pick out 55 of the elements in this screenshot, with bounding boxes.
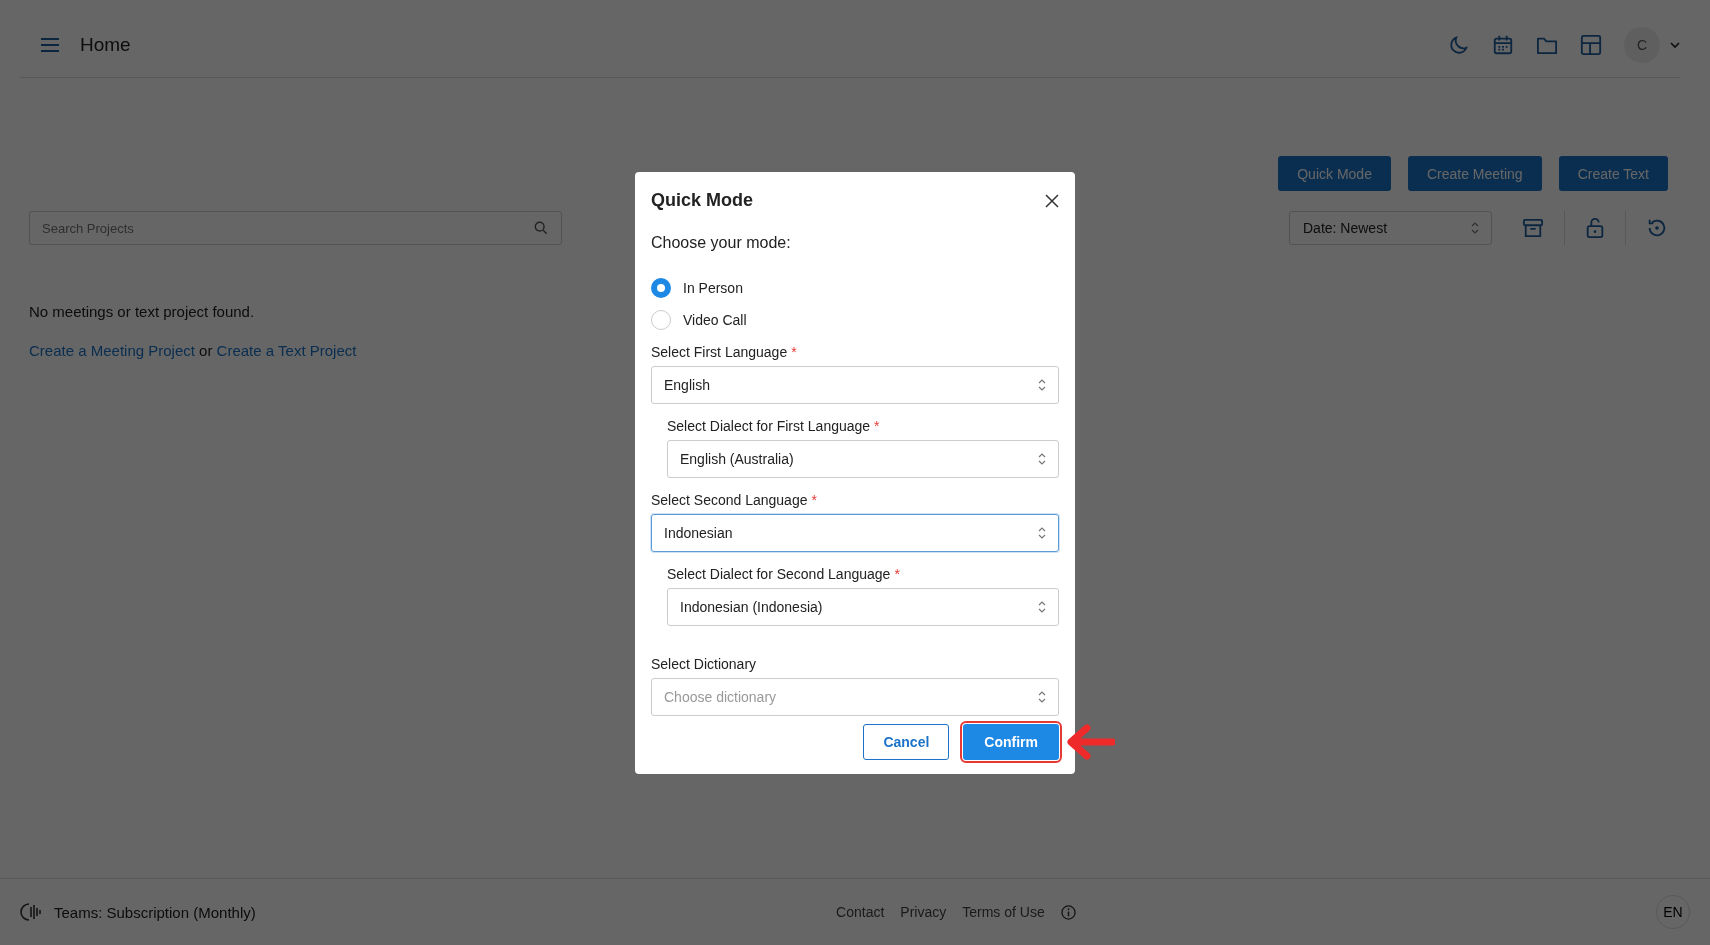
create-project-text: Create a Meeting Project or Create a Text Project: [29, 342, 357, 359]
create-meeting-link[interactable]: Create a Meeting Project: [29, 342, 195, 359]
up-down-chevron-icon: [1038, 527, 1046, 539]
up-down-chevron-icon: [1038, 453, 1046, 465]
radio-label[interactable]: Video Call: [683, 312, 747, 328]
empty-message: No meetings or text project found.: [29, 303, 255, 320]
up-down-chevron-icon: [1038, 379, 1046, 391]
sort-select[interactable]: Date: Newest: [1289, 211, 1492, 245]
select-field[interactable]: English: [651, 366, 1059, 404]
required-mark: *: [894, 566, 900, 582]
required-mark: *: [874, 418, 880, 434]
pointer-arrow-icon: [1065, 724, 1116, 760]
footer-link[interactable]: Terms of Use: [962, 904, 1045, 920]
up-down-chevron-icon: [1471, 222, 1479, 234]
info-icon[interactable]: [1060, 904, 1076, 920]
chevron-down-icon[interactable]: [1670, 40, 1680, 49]
archive-icon[interactable]: [1522, 218, 1544, 238]
create-text-link[interactable]: Create a Text Project: [216, 342, 357, 359]
field-label: Select Dictionary: [651, 656, 757, 672]
footer-link[interactable]: Contact: [836, 904, 885, 920]
moon-icon[interactable]: [1448, 33, 1470, 56]
subscription-label: Teams: Subscription (Monthly): [54, 903, 256, 921]
user-avatar[interactable]: C: [1624, 26, 1660, 63]
select-field[interactable]: English (Australia): [667, 440, 1059, 478]
action-button[interactable]: Create Meeting: [1407, 156, 1542, 191]
radio-button[interactable]: [651, 278, 671, 298]
unlock-icon[interactable]: [1585, 217, 1605, 239]
field-label: Select Dialect for First Language: [667, 418, 871, 434]
up-down-chevron-icon: [1038, 691, 1046, 703]
cancel-button[interactable]: Cancel: [863, 724, 950, 760]
radio-label[interactable]: In Person: [683, 280, 743, 296]
grid-icon[interactable]: [1580, 33, 1602, 56]
field-label: Select First Language: [651, 344, 788, 360]
action-button[interactable]: Create Text: [1558, 156, 1668, 191]
dialog-title: Quick Mode: [651, 190, 753, 211]
action-button[interactable]: Quick Mode: [1278, 156, 1391, 191]
required-mark: *: [791, 344, 797, 360]
select-field[interactable]: Indonesian (Indonesia): [667, 588, 1059, 626]
required-mark: *: [811, 492, 817, 508]
field-label: Select Second Language: [651, 492, 808, 508]
page-title: Home: [80, 33, 131, 56]
select-field[interactable]: Indonesian: [651, 514, 1059, 552]
up-down-chevron-icon: [1038, 601, 1046, 613]
confirm-button[interactable]: Confirm: [963, 724, 1059, 760]
search-icon[interactable]: [534, 221, 548, 235]
menu-icon[interactable]: [40, 36, 60, 53]
language-button[interactable]: EN: [1656, 895, 1690, 929]
close-icon[interactable]: [1045, 193, 1059, 208]
mode-prompt: Choose your mode:: [651, 234, 792, 252]
footer-link[interactable]: Privacy: [900, 904, 947, 920]
select-field[interactable]: Choose dictionary: [651, 678, 1059, 716]
calendar-icon[interactable]: [1492, 33, 1514, 56]
field-label: Select Dialect for Second Language: [667, 566, 891, 582]
reset-icon[interactable]: [1646, 217, 1668, 239]
logo-icon: [18, 901, 42, 923]
